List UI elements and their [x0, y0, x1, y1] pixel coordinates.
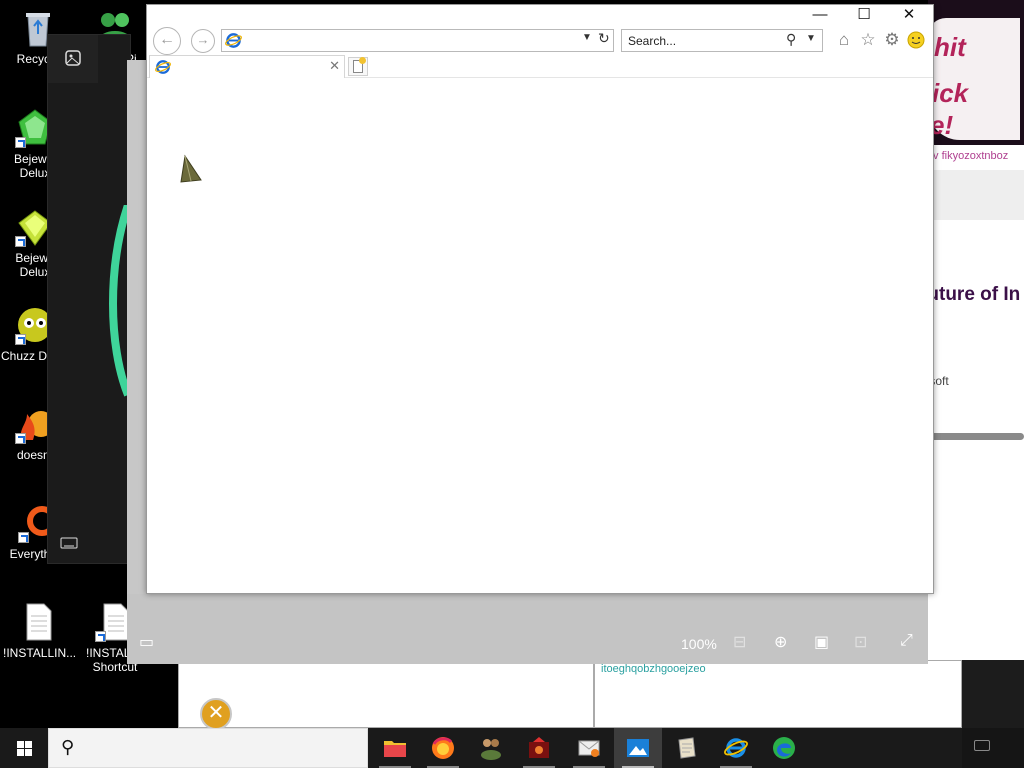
background-window-bottom-left — [178, 660, 594, 728]
ie-titlebar: — ☐ ✕ ← → ▼ ↻ ⚲ ▼ ⌂ ☆ ⚙ — [147, 5, 933, 57]
close-button[interactable]: ✕ — [886, 5, 932, 27]
new-tab-button[interactable] — [348, 57, 368, 76]
search-icon: ⚲ — [61, 737, 75, 757]
firefox-icon — [432, 737, 454, 759]
tab-close-icon[interactable]: ✕ — [329, 58, 340, 74]
smiley-feedback-icon[interactable] — [905, 29, 927, 51]
sticker-url-text: tv fikyozoxtnboz — [930, 150, 1009, 162]
fit-window-icon[interactable]: ▣ — [814, 632, 829, 652]
search-icon[interactable]: ⚲ — [786, 31, 796, 48]
tab-active[interactable]: ✕ — [149, 55, 345, 78]
photos-window-header — [48, 35, 98, 83]
search-dropdown-icon[interactable]: ▼ — [806, 33, 816, 44]
error-close-icon[interactable]: ✕ — [200, 698, 232, 728]
desktop-icon-label: !INSTALLIN... — [3, 646, 77, 660]
address-bar[interactable]: ▼ ↻ — [221, 29, 614, 52]
taskbar-photos-app[interactable] — [614, 728, 662, 768]
touch-keyboard-icon[interactable] — [974, 740, 990, 751]
address-input[interactable] — [246, 31, 576, 50]
favorites-star-icon[interactable]: ☆ — [857, 29, 879, 51]
taskbar: ⚲ — [0, 728, 1024, 768]
taskbar-firefox[interactable] — [419, 728, 467, 768]
taskbar-search-input[interactable] — [89, 737, 359, 761]
taskbar-game-app[interactable] — [515, 728, 563, 768]
minimize-button[interactable]: — — [797, 5, 843, 27]
keyboard-icon — [60, 537, 78, 549]
edge-icon — [773, 737, 795, 759]
back-arrow-icon: ← — [159, 31, 175, 48]
shortcut-arrow-icon — [95, 631, 106, 642]
tab-row: ✕ — [147, 55, 933, 78]
taskbar-internet-explorer[interactable] — [712, 728, 760, 768]
page-gray-strip — [928, 170, 1024, 220]
keyboard-icon[interactable]: ▭ — [139, 632, 154, 652]
mail-icon — [578, 740, 600, 757]
ie-logo-icon — [724, 738, 748, 758]
taskbar-notepad-app[interactable] — [663, 728, 711, 768]
home-icon[interactable]: ⌂ — [833, 29, 855, 51]
start-button[interactable] — [0, 728, 48, 768]
desktop: Recycle iPi Bejewel Delux Bejewe Delux C… — [0, 0, 1024, 728]
background-bottom-text: itoeghqobzhgooejzeo — [601, 663, 706, 675]
ie-page-content[interactable] — [147, 79, 933, 593]
shortcut-arrow-icon — [15, 334, 26, 345]
sticker-line-1: hit — [934, 32, 966, 62]
image-icon — [65, 50, 81, 66]
forward-button[interactable]: → — [191, 29, 215, 53]
notepad-icon — [678, 737, 696, 759]
zoom-out-icon[interactable]: ⊟ — [733, 632, 746, 652]
zoom-level: 100% — [681, 636, 717, 652]
windows-logo-icon — [17, 741, 32, 756]
background-photos-window — [47, 34, 132, 564]
fullscreen-icon[interactable]: ⤢ — [900, 632, 913, 650]
system-tray — [962, 728, 1024, 768]
game-icon — [529, 737, 549, 758]
taskbar-edge[interactable] — [760, 728, 808, 768]
taskbar-people-app[interactable] — [467, 728, 515, 768]
zoom-in-icon[interactable]: ⊕ — [774, 632, 787, 652]
page-blank-area — [928, 220, 1024, 245]
ie-logo-icon — [225, 33, 242, 48]
people-icon — [481, 739, 501, 760]
refresh-icon[interactable]: ↻ — [598, 30, 610, 47]
address-dropdown-icon[interactable]: ▼ — [582, 32, 592, 43]
sticker-line-2: ick — [932, 78, 969, 108]
forward-arrow-icon: → — [196, 32, 210, 47]
text-file-icon — [18, 602, 58, 642]
taskbar-file-explorer[interactable] — [371, 728, 419, 768]
photos-icon — [627, 739, 649, 757]
gear-icon[interactable]: ⚙ — [881, 29, 903, 51]
search-box[interactable]: ⚲ ▼ — [621, 29, 823, 52]
image-viewer-toolbar: ▭ 100% ⊟ ⊕ ▣ ⊡ ⤢ — [127, 594, 928, 664]
back-button[interactable]: ← — [153, 27, 181, 55]
search-input[interactable] — [628, 31, 778, 50]
shortcut-arrow-icon — [15, 137, 26, 148]
taskbar-search-box[interactable]: ⚲ — [48, 728, 368, 768]
sticker-graphic: hit ick e! — [928, 18, 1020, 140]
background-dark-panel — [962, 660, 1024, 728]
background-window-bottom-right: itoeghqobzhgooejzeo — [594, 660, 962, 728]
busy-cursor-icon — [180, 154, 202, 183]
shortcut-arrow-icon — [15, 236, 26, 247]
taskbar-email-app[interactable] — [565, 728, 613, 768]
maximize-button[interactable]: ☐ — [841, 5, 887, 27]
internet-explorer-window: — ☐ ✕ ← → ▼ ↻ ⚲ ▼ ⌂ ☆ ⚙ — [146, 4, 934, 594]
actual-size-icon[interactable]: ⊡ — [854, 632, 867, 652]
shortcut-arrow-icon — [18, 532, 29, 543]
shortcut-arrow-icon — [15, 433, 26, 444]
desktop-icon-installing-file[interactable]: !INSTALLIN... — [3, 602, 77, 660]
ie-logo-icon — [155, 60, 171, 74]
folder-icon — [384, 741, 406, 757]
